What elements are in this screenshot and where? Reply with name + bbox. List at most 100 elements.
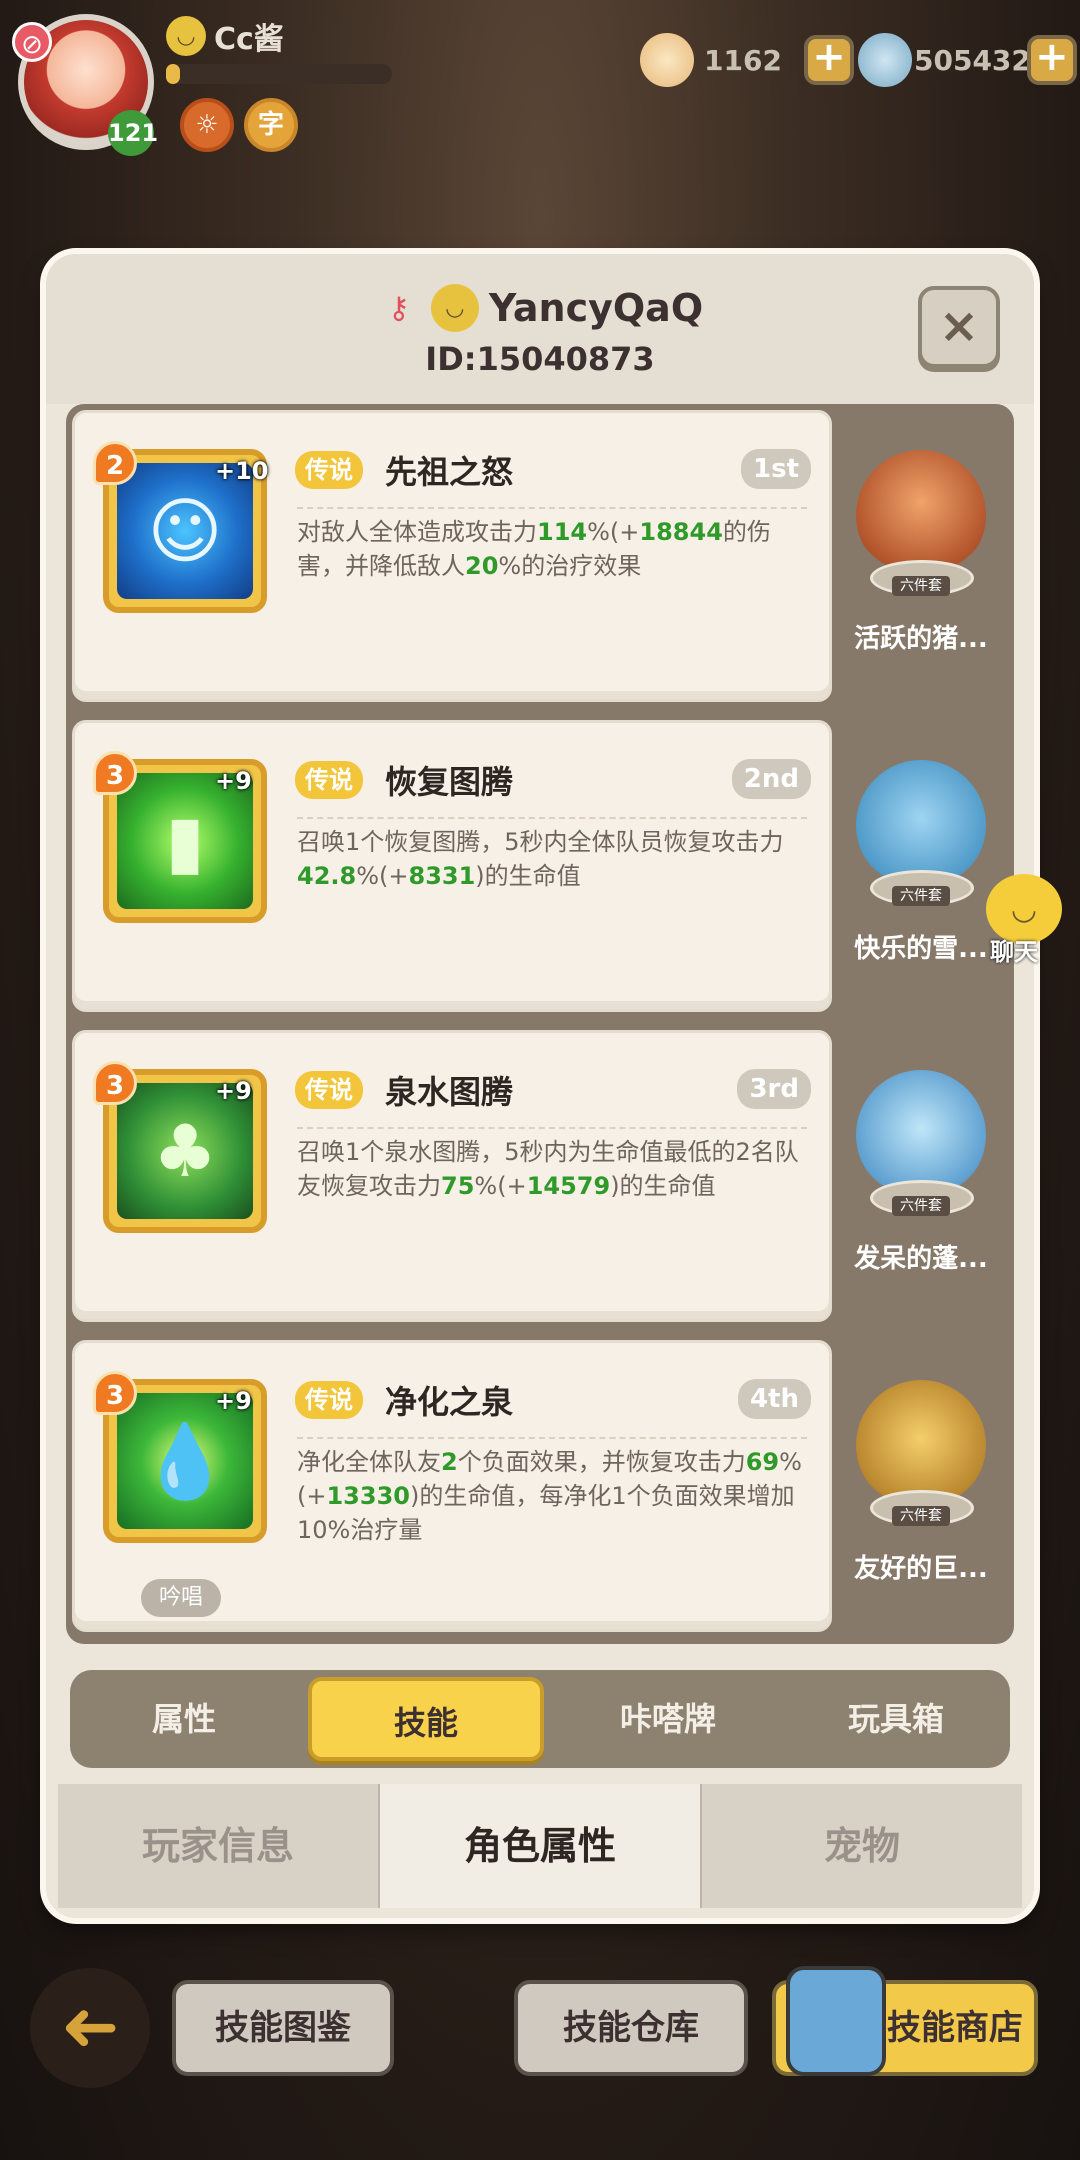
desc-value: 2 [441,1448,458,1476]
tab-player-info[interactable]: 玩家信息 [58,1784,380,1908]
skill-enhance-level: +9 [215,1077,252,1105]
skill-list: ☺ 2 +10 传说 先祖之怒 1st 对敌人全体造成攻击力114%(+1884… [66,404,1014,1644]
tab-pets[interactable]: 宠物 [702,1784,1022,1908]
desc-text: )的生命值 [610,1172,716,1200]
shell-count: 1162 [704,43,782,77]
sun-badge-icon[interactable]: ☼ [180,98,234,152]
main-tab-bar: 玩家信息 角色属性 宠物 [58,1784,1022,1908]
smile-face-icon: ◡ [430,284,479,332]
pet-set-tag: 六件套 [892,576,950,596]
player-info-panel: ⚷ ◡ YancyQaQ ID:15040873 × ☺ 2 +10 传说 先祖… [46,254,1034,1918]
desc-text: )的生命值 [475,862,581,890]
top-hud: ⊘ 121 ◡ Cc酱 ☼ 字 1162 + 505432 + [0,0,1080,170]
skill-description: 召唤1个泉水图腾，5秒内为生命值最低的2名队友恢复攻击力75%(+14579)的… [297,1135,817,1203]
pet-slot-3[interactable]: 六件套 发呆的蓬... [836,1030,1006,1322]
skill-shop-label: 技能商店 [887,2008,1023,2048]
smile-face-icon: ◡ [166,16,206,56]
tab-attributes[interactable]: 属性 [70,1677,298,1761]
desc-value: 8331 [408,862,476,890]
desc-text: 对敌人全体造成攻击力 [297,518,537,546]
desc-value: 114 [537,518,588,546]
pet-slot-1[interactable]: 六件套 活跃的猪... [836,410,1006,702]
skill-level-badge: 2 [93,441,137,485]
shell-currency: 1162 + [640,28,854,92]
desc-value: 13330 [326,1482,410,1510]
skill-name: 泉水图腾 [385,1073,514,1111]
panel-title: ⚷ ◡ YancyQaQ [46,278,1034,338]
desc-text: 个负面效果，并恢复攻击力 [457,1448,746,1476]
desc-text: 召唤1个恢复图腾，5秒内全体队员恢复攻击力 [297,828,784,856]
skill-enhance-level: +9 [215,767,252,795]
panel-header: ⚷ ◡ YancyQaQ ID:15040873 × [46,254,1034,404]
divider [297,817,807,819]
desc-text: %(+ [587,518,640,546]
experience-bar [166,64,392,84]
back-arrow-icon[interactable]: ➜ [30,1968,150,2088]
skill-enhance-level: +10 [215,457,269,485]
player-id: ID:15040873 [425,340,655,378]
stone-icon [858,33,912,87]
tab-toybox[interactable]: 玩具箱 [782,1677,1010,1761]
stone-currency: 505432 + [858,28,1077,92]
skill-rank: 4th [737,1379,811,1419]
pet-slot-2[interactable]: 六件套 快乐的雪... [836,720,1006,1012]
desc-value: 20 [465,552,499,580]
desc-text: %(+ [356,862,409,890]
skill-card-4[interactable]: 💧 3 +9 传说 净化之泉 4th 净化全体队友2个负面效果，并恢复攻击力69… [72,1340,832,1632]
game-screen: { "player": {"name": "Cc酱", "level": "12… [0,0,1080,2160]
skill-rank: 1st [741,449,811,489]
desc-text: %的治疗效果 [498,552,642,580]
skill-collection-button[interactable]: 技能图鉴 [172,1980,394,2076]
desc-value: 14579 [526,1172,611,1200]
legend-tag: 传说 [295,761,363,799]
pet-set-tag: 六件套 [892,1196,950,1216]
sub-tab-bar: 属性 技能 咔嗒牌 玩具箱 [70,1670,1010,1768]
skill-enhance-level: +9 [215,1387,252,1415]
skill-level-badge: 3 [93,751,137,795]
skill-name: 净化之泉 [385,1383,514,1421]
skill-description: 净化全体队友2个负面效果，并恢复攻击力69%(+13330)的生命值，每净化1个… [297,1445,817,1547]
bottom-bar: ➜ 技能图鉴 技能仓库 技能商店 [0,1960,1080,2100]
player-name-row: ◡ Cc酱 [166,14,284,58]
skill-description: 对敌人全体造成攻击力114%(+18844的伤害，并降低敌人20%的治疗效果 [297,515,817,583]
pet-name: 友好的巨... [854,1554,988,1584]
divider [297,507,807,509]
chat-label[interactable]: 聊天 [990,932,1038,967]
pet-name: 发呆的蓬... [854,1244,988,1274]
tab-skills[interactable]: 技能 [308,1677,544,1761]
desc-value: 18844 [639,518,723,546]
skill-rank: 2nd [731,759,811,799]
skill-name: 恢复图腾 [385,763,514,801]
tab-character-attributes[interactable]: 角色属性 [380,1784,702,1908]
desc-value: 75 [441,1172,475,1200]
key-icon: ⚷ [387,290,410,326]
skill-shop-button[interactable]: 技能商店 [772,1966,1038,2076]
panel-player-name: YancyQaQ [488,286,704,330]
desc-text: 净化全体队友 [297,1448,441,1476]
divider [297,1437,807,1439]
shop-cabinet-icon [786,1966,886,2076]
stone-count: 505432 [914,43,1031,77]
pet-name: 活跃的猪... [854,624,988,654]
close-button[interactable]: × [918,286,1000,368]
player-level: 121 [108,110,158,156]
chant-tag: 吟唱 [141,1579,222,1617]
divider [297,1127,807,1129]
skill-card-1[interactable]: ☺ 2 +10 传说 先祖之怒 1st 对敌人全体造成攻击力114%(+1884… [72,410,832,702]
experience-fill [166,64,180,84]
desc-value: 69 [745,1448,780,1476]
add-stones-button[interactable]: + [1026,35,1077,85]
skill-card-2[interactable]: ▮ 3 +9 传说 恢复图腾 2nd 召唤1个恢复图腾，5秒内全体队员恢复攻击力… [72,720,832,1012]
skill-level-badge: 3 [93,1371,137,1415]
shell-icon [640,33,694,87]
add-shells-button[interactable]: + [804,35,854,85]
character-badge-icon[interactable]: 字 [244,98,298,152]
pet-slot-4[interactable]: 六件套 友好的巨... [836,1340,1006,1632]
pet-set-tag: 六件套 [892,886,950,906]
skill-storage-button[interactable]: 技能仓库 [514,1980,748,2076]
desc-value: 42.8 [297,862,357,890]
pet-name: 快乐的雪... [854,934,988,964]
no-entry-icon: ⊘ [12,22,52,62]
skill-card-3[interactable]: ♣ 3 +9 传说 泉水图腾 3rd 召唤1个泉水图腾，5秒内为生命值最低的2名… [72,1030,832,1322]
tab-cards[interactable]: 咔嗒牌 [554,1677,782,1761]
